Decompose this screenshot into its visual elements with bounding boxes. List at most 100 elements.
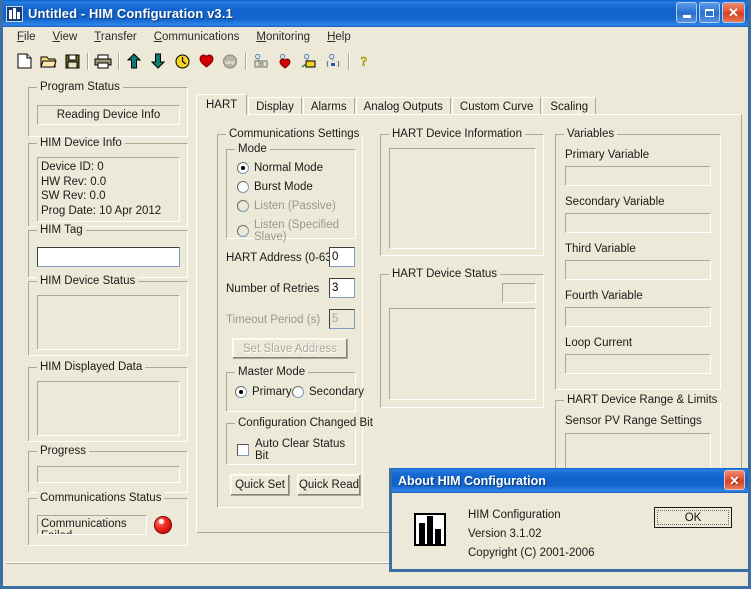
query-display-icon: Q88 <box>254 54 268 68</box>
menu-transfer-rest: ransfer <box>100 31 137 43</box>
svg-text:?: ? <box>361 55 368 69</box>
auto-clear-status-bit-box <box>237 444 249 456</box>
device-id-line: Device ID: 0 <box>41 161 104 173</box>
radio-secondary[interactable]: Secondary <box>292 386 364 398</box>
query-tag-button[interactable]: Q <box>297 50 321 72</box>
new-document-button[interactable] <box>12 50 36 72</box>
query-heart-button[interactable]: Q <box>273 50 297 72</box>
close-icon: ✕ <box>728 4 739 20</box>
menu-view-rest: iew <box>60 31 78 43</box>
master-mode-group: Master Mode Primary Secondary <box>226 366 364 412</box>
radio-primary[interactable]: Primary <box>235 386 292 398</box>
progress-bar <box>37 466 180 483</box>
radio-secondary-indicator <box>292 386 304 398</box>
toolbar-separator <box>345 52 352 70</box>
him-device-status-value <box>37 295 180 350</box>
about-text-block: HIM Configuration Version 3.1.02 Copyrig… <box>468 506 595 563</box>
radio-burst-mode[interactable]: Burst Mode <box>237 181 313 193</box>
hart-address-input[interactable] <box>329 247 355 267</box>
maximize-icon <box>705 8 714 17</box>
upload-arrow-icon <box>127 53 141 69</box>
radio-normal-mode-label: Normal Mode <box>254 162 324 174</box>
mode-group: Mode Normal Mode Burst Mode Listen (Pass… <box>226 143 356 243</box>
new-document-icon <box>17 53 31 69</box>
tab-analog-outputs[interactable]: Analog Outputs <box>355 97 451 115</box>
monitor-clock-button[interactable] <box>170 50 194 72</box>
configuration-changed-bit-group: Configuration Changed Bit Auto Clear Sta… <box>226 417 376 465</box>
help-button[interactable]: ? <box>352 50 376 72</box>
tab-custom-curve[interactable]: Custom Curve <box>451 97 542 115</box>
loop-current-label: Loop Current <box>565 337 633 349</box>
configuration-changed-bit-legend: Configuration Changed Bit <box>235 417 376 429</box>
menu-item-transfer[interactable]: Transfer <box>86 29 144 45</box>
loop-current-value <box>565 354 711 374</box>
him-device-info-group: HIM Device Info Device ID: 0 HW Rev: 0.0… <box>28 137 188 227</box>
menu-item-view[interactable]: View <box>45 29 86 45</box>
him-logo-icon[interactable] <box>6 5 23 22</box>
maximize-button[interactable] <box>699 2 720 23</box>
menu-item-help[interactable]: Help <box>319 29 359 45</box>
title-bar[interactable]: Untitled - HIM Configuration v3.1 ✕ <box>3 0 748 27</box>
tab-alarms[interactable]: Alarms <box>302 97 355 115</box>
open-file-button[interactable] <box>36 50 60 72</box>
stop-button[interactable]: stop <box>218 50 242 72</box>
menu-comm-accel: C <box>153 31 162 43</box>
about-ok-button[interactable]: OK <box>654 507 732 528</box>
tab-scaling[interactable]: Scaling <box>542 97 597 115</box>
minimize-button[interactable] <box>676 2 697 23</box>
about-app-name: HIM Configuration <box>468 509 561 521</box>
menu-help-rest: elp <box>335 31 351 43</box>
stop-icon: stop <box>223 54 237 68</box>
save-button[interactable] <box>60 50 84 72</box>
menu-comm-rest: ommunications <box>162 31 240 43</box>
menu-item-monitoring[interactable]: Monitoring <box>248 29 318 45</box>
heart-icon <box>198 54 214 68</box>
progress-group: Progress <box>28 445 188 493</box>
query-heart-icon: Q <box>279 54 291 69</box>
quick-read-button[interactable]: Quick Read <box>297 474 361 496</box>
menu-item-file[interactable]: File <box>9 29 44 45</box>
about-dialog-title-bar[interactable]: About HIM Configuration ✕ <box>392 468 748 493</box>
third-variable-label: Third Variable <box>565 243 636 255</box>
radio-listen-passive[interactable]: Listen (Passive) <box>237 200 336 212</box>
variables-group: Variables Primary Variable Secondary Var… <box>555 128 721 390</box>
set-slave-address-button[interactable]: Set Slave Address <box>232 338 348 359</box>
tab-strip: HART Display Alarms Analog Outputs Custo… <box>196 94 597 115</box>
radio-primary-label: Primary <box>252 386 292 398</box>
upload-button[interactable] <box>122 50 146 72</box>
quick-set-button[interactable]: Quick Set <box>230 474 290 496</box>
him-tag-input[interactable] <box>37 247 180 267</box>
query-signal-button[interactable]: Q <box>321 50 345 72</box>
auto-clear-status-bit-label: Auto Clear Status Bit <box>255 438 346 462</box>
number-of-retries-input[interactable] <box>329 278 355 298</box>
tab-display[interactable]: Display <box>248 97 302 115</box>
communications-settings-group: Communications Settings Mode Normal Mode… <box>217 128 376 508</box>
tab-hart[interactable]: HART <box>196 94 248 115</box>
menu-transfer-accel: T <box>94 31 101 43</box>
menu-item-communications[interactable]: Communications <box>146 29 248 45</box>
download-arrow-icon <box>151 53 165 69</box>
third-variable-value <box>565 260 711 280</box>
him-tag-group: HIM Tag <box>28 224 188 278</box>
query-display-button[interactable]: Q 88 <box>249 50 273 72</box>
radio-normal-mode[interactable]: Normal Mode <box>237 162 323 174</box>
about-ok-label: OK <box>684 511 702 524</box>
about-dialog-body: HIM Configuration Version 3.1.02 Copyrig… <box>392 493 748 569</box>
heart-status-button[interactable] <box>194 50 218 72</box>
menu-monitoring-rest: onitoring <box>265 31 311 43</box>
svg-text:Q: Q <box>329 54 335 61</box>
sensor-pv-range-label: Sensor PV Range Settings <box>565 415 702 427</box>
radio-primary-indicator <box>235 386 247 398</box>
close-button[interactable]: ✕ <box>722 2 745 23</box>
close-icon: ✕ <box>729 473 740 488</box>
print-button[interactable] <box>91 50 115 72</box>
radio-listen-specified-slave[interactable]: Listen (Specified Slave) <box>237 219 355 243</box>
master-mode-legend: Master Mode <box>235 366 309 378</box>
about-dialog-close-button[interactable]: ✕ <box>724 470 745 490</box>
svg-text:88: 88 <box>258 62 264 68</box>
open-folder-icon <box>39 56 57 67</box>
download-button[interactable] <box>146 50 170 72</box>
auto-clear-status-bit-checkbox[interactable]: Auto Clear Status Bit <box>237 438 355 462</box>
window-controls: ✕ <box>676 2 745 23</box>
svg-text:stop: stop <box>225 60 235 66</box>
